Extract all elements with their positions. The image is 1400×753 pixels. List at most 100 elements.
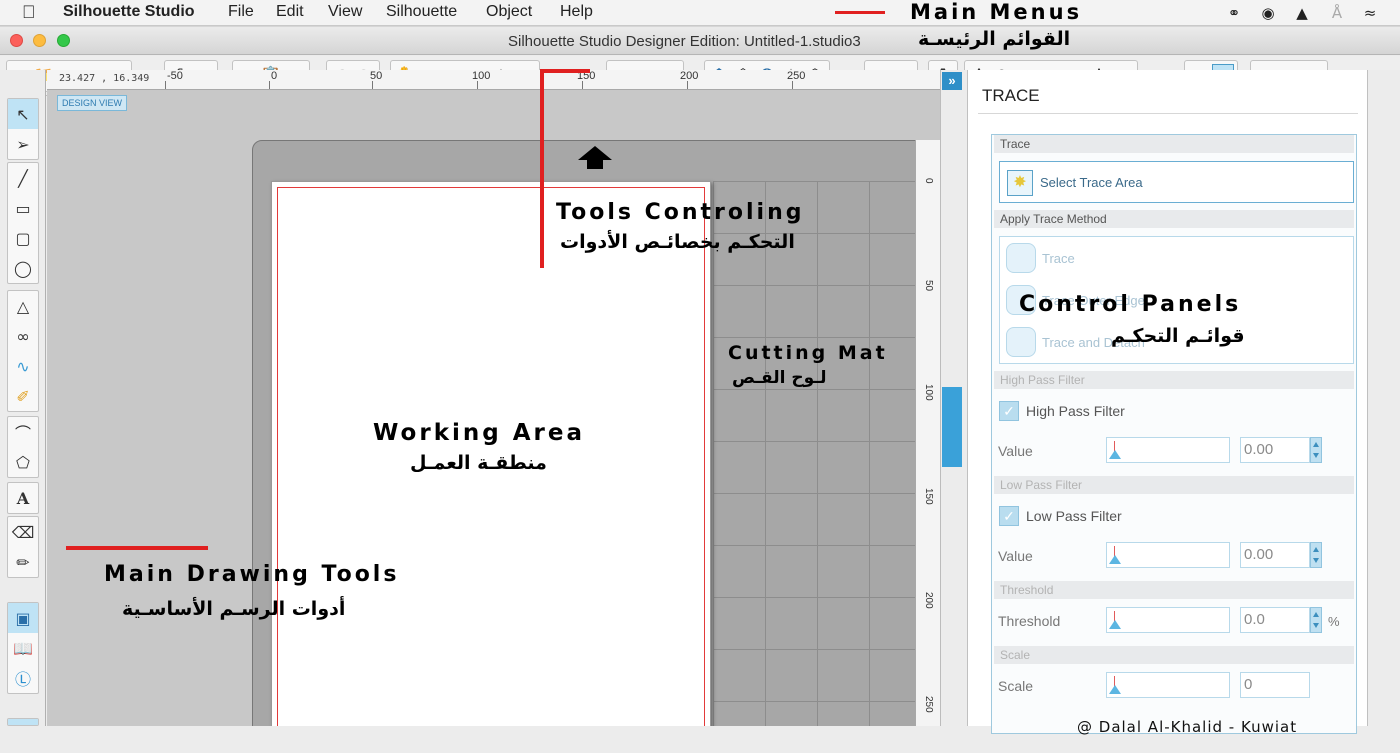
slider-knob[interactable] <box>1109 555 1121 564</box>
menu-object[interactable]: Object <box>486 3 532 21</box>
curve-tool-icon[interactable]: ∞ <box>8 321 38 351</box>
working-area-annotation: Working Area <box>373 420 585 446</box>
extra-panel-group: ▣ <box>7 718 39 726</box>
trace-method-label: Trace <box>1042 250 1075 266</box>
high-pass-section-header: High Pass Filter <box>994 371 1354 389</box>
arc-tool-icon[interactable]: ⌒ <box>8 417 38 447</box>
scale-value-input[interactable]: 0 <box>1240 672 1310 698</box>
expand-panel-icon[interactable]: » <box>942 72 962 90</box>
rectangle-tool-icon[interactable]: ▭ <box>8 193 38 223</box>
vertical-ruler: 0 50 100 150 200 250 <box>915 140 940 726</box>
ruler-tick: 100 <box>472 70 491 82</box>
library-view-icon[interactable]: 📖 <box>8 633 38 663</box>
menu-silhouette[interactable]: Silhouette <box>386 3 457 21</box>
threshold-slider[interactable] <box>1106 607 1230 633</box>
main-drawing-tools-annotation-ar: أدوات الرسـم الأساسـية <box>122 598 346 620</box>
low-pass-slider[interactable] <box>1106 542 1230 568</box>
wifi-icon[interactable]: ≈ <box>1360 3 1380 23</box>
menu-bar:  Silhouette Studio File Edit View Silho… <box>0 0 1400 26</box>
trace-panel: TRACE Trace ✸ Select Trace Area Apply Tr… <box>967 70 1367 734</box>
threshold-value-input[interactable]: 0.0 <box>1240 607 1310 633</box>
smooth-freehand-icon[interactable]: ✐ <box>8 381 38 411</box>
trace-area-icon: ✸ <box>1007 170 1033 196</box>
ruler-tick: 0 <box>923 178 934 184</box>
freehand-tools-group: △ ∞ ∿ ✐ <box>7 290 39 412</box>
feed-direction-arrow-stem <box>587 160 603 169</box>
scale-slider[interactable] <box>1106 672 1230 698</box>
low-pass-value-input[interactable]: 0.00 <box>1240 542 1310 568</box>
eraser-tools-group: ⌫ ✏ <box>7 516 39 578</box>
threshold-stepper[interactable] <box>1310 607 1322 633</box>
design-view-label: DESIGN VIEW <box>57 95 128 111</box>
menu-help[interactable]: Help <box>560 3 593 21</box>
high-pass-stepper[interactable] <box>1310 437 1322 463</box>
design-view-icon[interactable]: ▣ <box>8 603 38 633</box>
menu-edit[interactable]: Edit <box>276 3 304 21</box>
high-pass-checkbox[interactable]: ✓ <box>999 401 1019 421</box>
scale-label: Scale <box>998 678 1034 694</box>
ellipse-tool-icon[interactable]: ◯ <box>8 253 38 283</box>
mat-grid <box>713 181 923 726</box>
slider-knob[interactable] <box>1109 620 1121 629</box>
apple-icon[interactable]:  <box>22 2 36 23</box>
rounded-rect-tool-icon[interactable]: ▢ <box>8 223 38 253</box>
close-window-button[interactable] <box>10 34 23 47</box>
vertical-scrollbar[interactable]: » <box>940 70 967 726</box>
text-tool-icon[interactable]: A <box>8 483 38 513</box>
high-pass-slider[interactable] <box>1106 437 1230 463</box>
low-pass-section-header: Low Pass Filter <box>994 476 1354 494</box>
knife-tool-icon[interactable]: ✏ <box>8 547 38 577</box>
eraser-tool-icon[interactable]: ⌫ <box>8 517 38 547</box>
store-view-icon[interactable]: Ⓛ <box>8 663 38 693</box>
extra-panel-icon[interactable]: ▣ <box>8 719 38 725</box>
panel-edge-strip <box>1367 70 1400 726</box>
freehand-tool-icon[interactable]: ∿ <box>8 351 38 381</box>
low-pass-stepper[interactable] <box>1310 542 1322 568</box>
ruler-tick: 200 <box>680 70 699 82</box>
select-trace-area-button[interactable]: ✸ Select Trace Area <box>999 161 1354 203</box>
ruler-tick: 250 <box>787 70 806 82</box>
polygon-tool-icon[interactable]: △ <box>8 291 38 321</box>
ruler-tick: 100 <box>923 384 934 401</box>
ruler-tick: 150 <box>923 488 934 505</box>
slider-knob[interactable] <box>1109 685 1121 694</box>
working-area-annotation-ar: منطقـة العمـل <box>410 452 547 474</box>
slider-knob[interactable] <box>1109 450 1121 459</box>
title-bar: Silhouette Studio Designer Edition: Unti… <box>0 27 1400 55</box>
trace-panel-box: Trace ✸ Select Trace Area Apply Trace Me… <box>991 134 1357 734</box>
trace-method-button[interactable]: Trace <box>1006 243 1075 273</box>
control-panels-annotation: Control Panels <box>1019 292 1242 317</box>
low-pass-value-label: Value <box>998 548 1033 564</box>
high-pass-label: High Pass Filter <box>1026 403 1125 419</box>
regular-polygon-icon[interactable]: ⬠ <box>8 447 38 477</box>
view-mode-group: ▣ 📖 Ⓛ <box>7 602 39 694</box>
ruler-mark <box>687 81 688 89</box>
line-tool-icon[interactable]: ╱ <box>8 163 38 193</box>
low-pass-checkbox[interactable]: ✓ <box>999 506 1019 526</box>
cat-icon[interactable]: ▲ <box>1292 3 1312 23</box>
select-arrow-icon[interactable]: ↖ <box>8 99 38 129</box>
edit-points-icon[interactable]: ➢ <box>8 129 38 159</box>
owl-icon[interactable]: ◉ <box>1258 3 1278 23</box>
cutting-mat-annotation: Cutting Mat <box>728 342 888 364</box>
text-tool-group: A <box>7 482 39 514</box>
tools-controling-annotation: Tools Controling <box>556 200 805 225</box>
ruler-mark <box>582 81 583 89</box>
selection-tools-group: ↖ ➢ <box>7 98 39 160</box>
creative-cloud-icon[interactable]: ⚭ <box>1224 3 1244 23</box>
bluetooth-icon[interactable]: Å <box>1327 3 1347 23</box>
high-pass-value-input[interactable]: 0.00 <box>1240 437 1310 463</box>
threshold-label: Threshold <box>998 613 1061 629</box>
panel-title: TRACE <box>982 86 1040 105</box>
trace-and-detach-icon <box>1006 327 1036 357</box>
control-panels-annotation-ar: قوائـم التحكـم <box>1111 325 1245 347</box>
zoom-window-button[interactable] <box>57 34 70 47</box>
ruler-mark <box>165 81 166 89</box>
shape-drawing-group: ╱ ▭ ▢ ◯ <box>7 162 39 284</box>
menu-app-name[interactable]: Silhouette Studio <box>63 3 195 21</box>
menu-file[interactable]: File <box>228 3 254 21</box>
design-canvas[interactable]: 23.427 , 16.349 -50 0 50 100 150 200 250… <box>47 70 940 726</box>
minimize-window-button[interactable] <box>33 34 46 47</box>
scroll-thumb[interactable] <box>942 387 962 467</box>
menu-view[interactable]: View <box>328 3 362 21</box>
